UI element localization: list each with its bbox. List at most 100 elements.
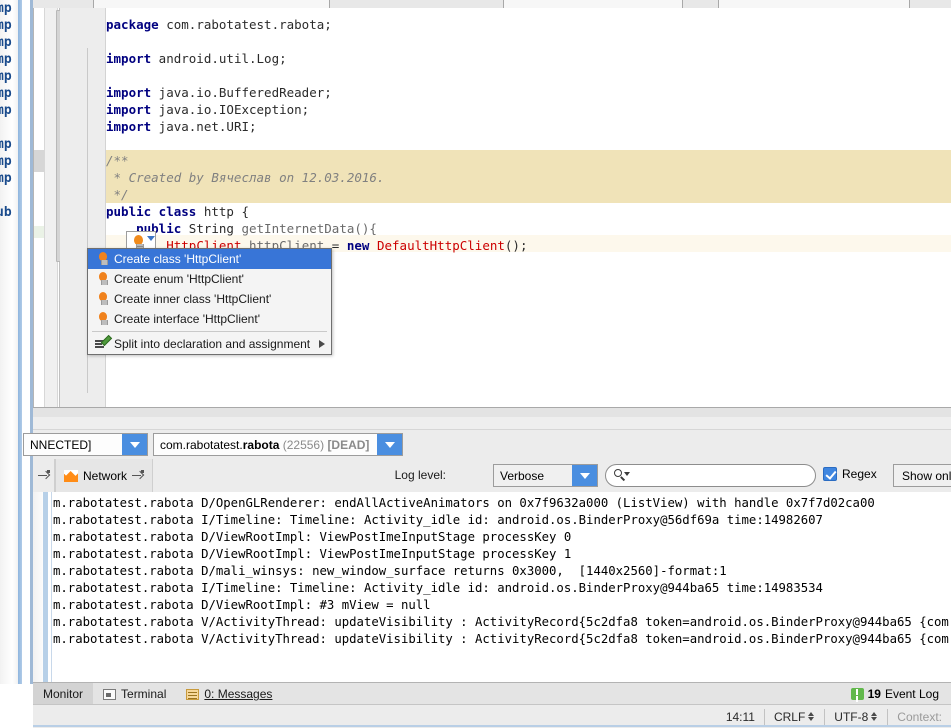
code-token: * Created by Вячеслав on 12.03.2016. [106,170,385,185]
code-token: java.io.BufferedReader; [151,85,332,100]
code-token: android.util.Log; [151,51,287,66]
logcat-line: m.rabotatest.rabota D/ViewRootImpl: View… [53,547,572,561]
code-token: = [331,238,347,253]
logcat-lines: m.rabotatest.rabota D/OpenGLRenderer: en… [53,495,951,648]
popup-item-create-inner-class-httpclient[interactable]: Create inner class 'HttpClient' [88,289,331,309]
editor-tab-fragment-3[interactable] [718,0,910,8]
code-line: import java.io.IOException; [106,101,309,118]
code-token: import [106,102,152,117]
logcat-line: m.rabotatest.rabota D/mali_winsys: new_w… [53,564,727,578]
popup-item-split-declaration[interactable]: Split into declaration and assignment [88,334,331,354]
code-token: public class [106,204,197,219]
arrow-pin-icon[interactable] [132,469,145,482]
bottom-tool-tabs: Monitor Terminal 0: Messages 19 Event Lo… [33,682,951,706]
code-line: package com.rabotatest.rabota; [106,16,332,33]
logcat-line: m.rabotatest.rabota I/Timeline: Timeline… [53,513,823,527]
logcat-device-row: NNECTED] com.rabotatest.rabota (22556) [… [23,429,951,459]
process-state: [DEAD] [327,437,370,452]
chevron-down-icon[interactable] [147,236,155,241]
process-name: rabota [242,437,280,452]
stepper-icon[interactable] [808,711,815,722]
network-monitor-tab[interactable]: Network [55,459,154,492]
code-line: import java.net.URI; [106,118,257,135]
bottom-tab-messages[interactable]: 0: Messages [176,683,282,705]
regex-label: Regex [842,467,877,481]
logcat-line: m.rabotatest.rabota V/ActivityThread: up… [53,632,951,646]
logcat-filter-row: Network Log level: Verbose Regex Show on… [33,459,951,493]
bottom-tab-label: Monitor [43,687,84,701]
logcat-gutter [33,492,52,682]
log-level-selector[interactable]: Verbose [493,464,598,487]
chevron-down-icon[interactable] [377,434,402,455]
event-log-count: 19 [867,687,881,701]
code-line: * Created by Вячеслав on 12.03.2016. [106,169,385,186]
logcat-output[interactable]: m.rabotatest.rabota D/OpenGLRenderer: en… [33,492,951,682]
code-token: /** [106,153,129,168]
intention-actions-popup[interactable]: Create class 'HttpClient' Create enum 'Ht… [87,248,332,355]
event-log-button[interactable]: 19 Event Log [850,687,951,701]
popup-item-create-enum-httpclient[interactable]: Create enum 'HttpClient' [88,269,331,289]
editor-scrollbar-track[interactable] [44,8,68,407]
code-token: import [106,119,152,134]
code-line: /** [106,152,129,169]
show-only-selected-label: Show only selec [902,468,951,483]
code-token: http { [196,204,249,219]
arrow-pin-icon [37,469,50,482]
logcat-panel: NNECTED] com.rabotatest.rabota (22556) [… [23,417,951,682]
popup-item-label: Create enum 'HttpClient' [114,272,244,286]
log-level-value: Verbose [500,468,545,483]
project-pane-remnant [34,8,68,407]
popup-item-create-class-httpclient[interactable]: Create class 'HttpClient' [88,249,331,269]
regex-checkbox-group[interactable]: Regex [823,467,877,481]
code-line: public class http { [106,203,249,220]
code-token: com.rabotatest.rabota; [158,17,332,32]
background-window-fragment: mp mp mp mp mp mp mp mp mp mp ub [0,0,22,684]
edit-declaration-icon [94,334,113,352]
code-token: import [106,85,152,100]
network-chart-icon [64,469,78,482]
show-only-selected-button[interactable]: Show only selec [893,464,951,487]
bottom-tab-terminal[interactable]: Terminal [93,683,176,705]
logcat-search-input[interactable] [605,464,816,487]
line-separator-value: CRLF [773,709,806,724]
background-window-shadow [18,0,22,684]
logcat-line: m.rabotatest.rabota D/OpenGLRenderer: en… [53,496,875,510]
bottom-tab-monitor[interactable]: Monitor [33,683,94,705]
messages-icon [186,688,200,700]
code-token: (); [504,238,528,253]
lightbulb-icon [94,311,111,327]
popup-item-label: Create interface 'HttpClient' [114,312,260,326]
submenu-arrow-icon[interactable] [319,340,325,348]
event-log-icon [850,688,864,700]
encoding-value: UTF-8 [834,709,869,724]
popup-item-label: Create class 'HttpClient' [114,252,242,266]
code-line: import java.io.BufferedReader; [106,84,332,101]
logcat-line: m.rabotatest.rabota I/Timeline: Timeline… [53,581,823,595]
project-pane-selected-row[interactable] [34,150,44,172]
status-time: 14:11 [725,709,755,724]
ide-window: mp mp mp mp mp mp mp mp mp mp ub [0,0,951,728]
process-selector[interactable]: com.rabotatest.rabota (22556) [DEAD] [153,433,403,456]
restore-layout-button[interactable] [33,459,55,492]
status-encoding[interactable]: UTF-8 [824,708,887,725]
code-line: */ [106,186,129,203]
status-line-separator[interactable]: CRLF [763,708,824,725]
log-level-label: Log level: [394,468,446,482]
popup-divider [92,331,327,332]
code-token: package [106,17,159,32]
code-token: DefaultHttpClient [376,238,505,253]
chevron-down-icon[interactable] [122,434,147,455]
status-context[interactable]: Context: [887,708,951,725]
code-token: String [181,221,242,236]
editor-tab-fragment-1[interactable] [93,0,330,8]
regex-checkbox[interactable] [823,467,837,481]
editor-tab-fragment-2[interactable] [503,0,683,8]
search-icon[interactable] [614,469,630,482]
device-selector[interactable]: NNECTED] [23,433,148,456]
code-token: */ [106,187,129,202]
chevron-down-icon[interactable] [572,465,597,486]
code-line: import android.util.Log; [106,50,287,67]
terminal-icon [103,688,117,700]
stepper-icon[interactable] [871,711,878,722]
popup-item-create-interface-httpclient[interactable]: Create interface 'HttpClient' [88,309,331,329]
